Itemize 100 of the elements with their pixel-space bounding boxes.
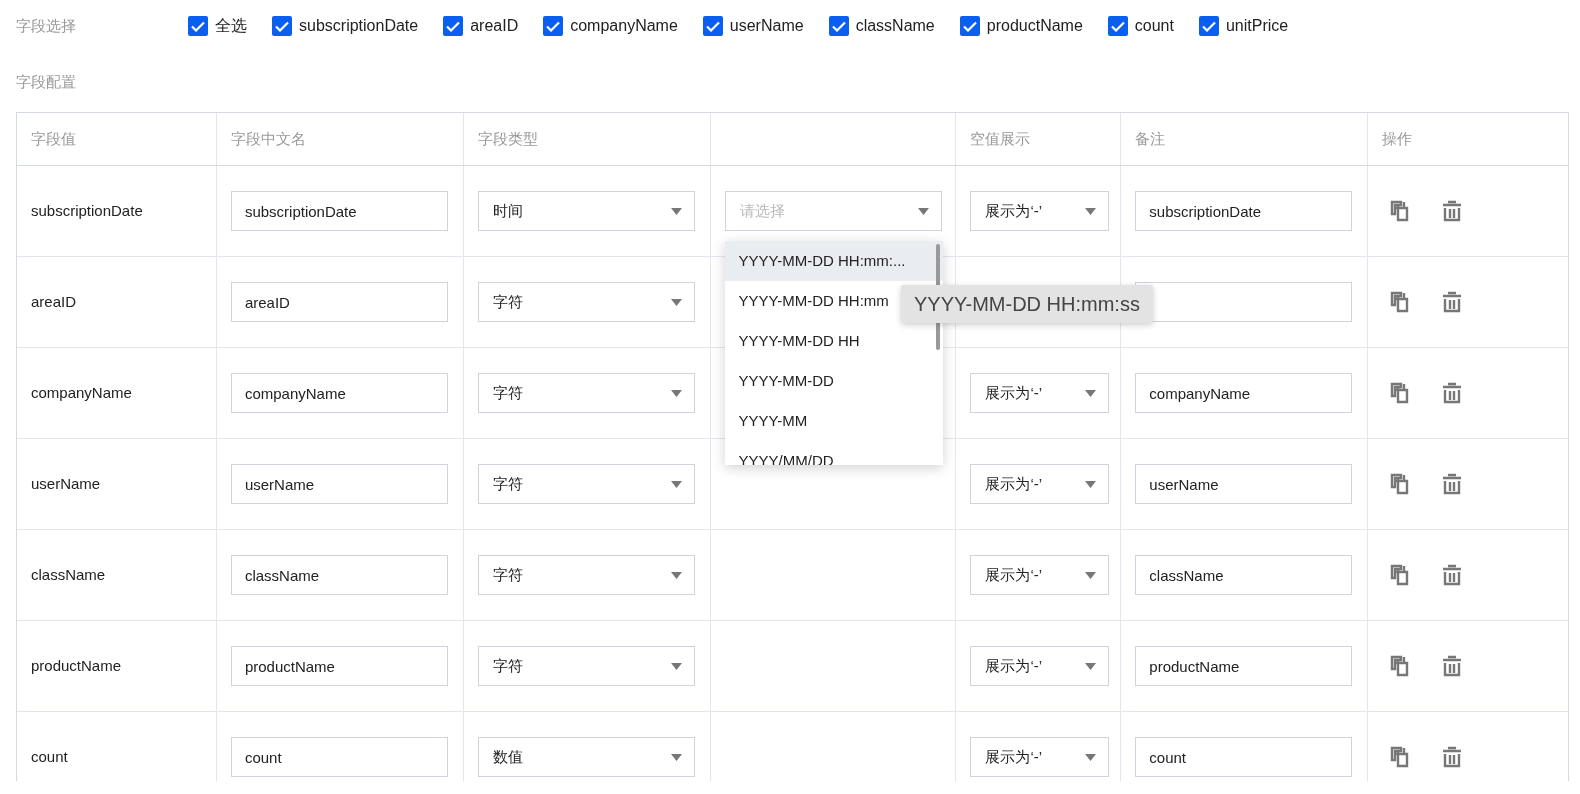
select-value: 展示为‘-’ [985,746,1043,767]
trash-icon[interactable] [1442,200,1463,222]
checkbox-option[interactable]: areaID [443,14,519,38]
column-header: 操作 [1382,128,1413,149]
text-input[interactable]: productName [230,646,448,686]
caret-icon [1085,207,1097,215]
trash-icon[interactable] [1442,655,1463,677]
select-field[interactable]: 展示为‘-’ [970,646,1110,686]
copy-icon[interactable] [1390,655,1411,677]
text-input[interactable]: subscriptionDate [1135,191,1353,231]
select-field[interactable]: 展示为‘-’ [970,555,1110,595]
select-value: 数值 [492,746,523,767]
trash-icon[interactable] [1442,291,1463,313]
select-field[interactable]: 字符 [477,646,695,686]
table-cell-text: areaID [31,291,77,312]
section-label: 字段选择 [16,15,77,36]
checkbox[interactable] [702,16,723,36]
caret-icon [670,480,682,488]
text-input[interactable]: productName [1135,646,1353,686]
text-input[interactable]: className [230,555,448,595]
caret-icon [1085,389,1097,397]
trash-icon[interactable] [1442,473,1463,495]
select-field[interactable]: 展示为‘-’ [970,373,1110,413]
select-field[interactable]: 数值 [477,737,695,777]
select-field[interactable]: 展示为‘-’ [970,464,1110,504]
select-value: 字符 [492,655,523,676]
copy-icon[interactable] [1390,200,1411,222]
section-label: 字段配置 [16,71,76,92]
select-field[interactable]: 展示为‘-’ [970,191,1110,231]
caret-icon [670,389,682,397]
select-value: 字符 [492,564,523,585]
text-input[interactable]: subscriptionDate [230,191,448,231]
caret-icon [670,207,682,215]
caret-icon [670,571,682,579]
caret-icon [1085,480,1097,488]
select-field[interactable]: 字符 [477,373,695,413]
table-cell-text: productName [31,655,122,676]
select-value: 展示为‘-’ [985,200,1043,221]
select-value: 展示为‘-’ [985,473,1043,494]
text-input[interactable]: userName [230,464,448,504]
select-field[interactable]: 字符 [477,555,695,595]
checkbox[interactable] [188,16,208,36]
table-cell-text: count [31,746,68,767]
copy-icon[interactable] [1390,473,1411,495]
select-value: 字符 [492,473,523,494]
copy-icon[interactable] [1390,382,1411,404]
checkbox[interactable] [272,16,292,36]
copy-icon[interactable] [1390,291,1411,313]
checkbox[interactable] [828,16,849,36]
checkbox-option[interactable]: unitPrice [1198,14,1289,38]
caret-icon [670,753,682,761]
trash-icon[interactable] [1442,746,1463,768]
select-field[interactable]: 展示为‘-’ [970,737,1110,777]
select-field[interactable]: 字符 [477,282,695,322]
select-field[interactable]: 字符 [477,464,695,504]
caret-icon [670,298,682,306]
text-input[interactable]: count [230,737,448,777]
menu-option[interactable]: YYYY-MM-DD HH [724,321,943,361]
table-cell-text: subscriptionDate [31,200,143,221]
trash-icon[interactable] [1442,382,1463,404]
select-value: 展示为‘-’ [985,564,1043,585]
menu-option[interactable]: YYYY-MM [724,401,943,441]
checkbox-option[interactable]: 全选 [188,14,247,38]
caret-icon [1085,662,1097,670]
column-header: 空值展示 [970,128,1031,149]
tooltip: YYYY-MM-DD HH:mm:ss [901,285,1153,323]
text-input[interactable]: areaID [230,282,448,322]
text-input[interactable]: count [1135,737,1353,777]
table-cell-text: userName [31,473,101,494]
caret-icon [917,207,929,215]
checkbox[interactable] [443,16,464,36]
text-input[interactable]: userName [1135,464,1353,504]
checkbox-option[interactable]: className [828,14,935,38]
copy-icon[interactable] [1390,746,1411,768]
checkbox[interactable] [959,16,980,36]
checkbox[interactable] [1198,16,1219,36]
table-cell-text: className [31,564,106,585]
column-header: 字段中文名 [230,128,306,149]
checkbox-option[interactable]: count [1107,14,1174,38]
menu-option[interactable]: YYYY-MM-DD [724,361,943,401]
column-header: 备注 [1135,128,1166,149]
checkbox[interactable] [1107,16,1128,36]
text-input[interactable]: companyName [230,373,448,413]
table-cell-text: companyName [31,382,132,403]
text-input[interactable]: className [1135,555,1353,595]
checkbox-option[interactable]: subscriptionDate [272,14,419,38]
caret-icon [1085,753,1097,761]
select-value: 展示为‘-’ [985,655,1043,676]
checkbox-option[interactable]: companyName [543,14,678,38]
text-input[interactable]: companyName [1135,373,1353,413]
copy-icon[interactable] [1390,564,1411,586]
checkbox-option[interactable]: productName [959,14,1083,38]
select-value: 时间 [492,200,523,221]
column-header: 字段类型 [477,128,538,149]
checkbox-option[interactable]: userName [702,14,804,38]
caret-icon [1085,571,1097,579]
menu-option[interactable]: YYYY-MM-DD HH:mm:... [724,241,943,281]
select-field[interactable]: 时间 [477,191,695,231]
checkbox[interactable] [543,16,564,36]
trash-icon[interactable] [1442,564,1463,586]
